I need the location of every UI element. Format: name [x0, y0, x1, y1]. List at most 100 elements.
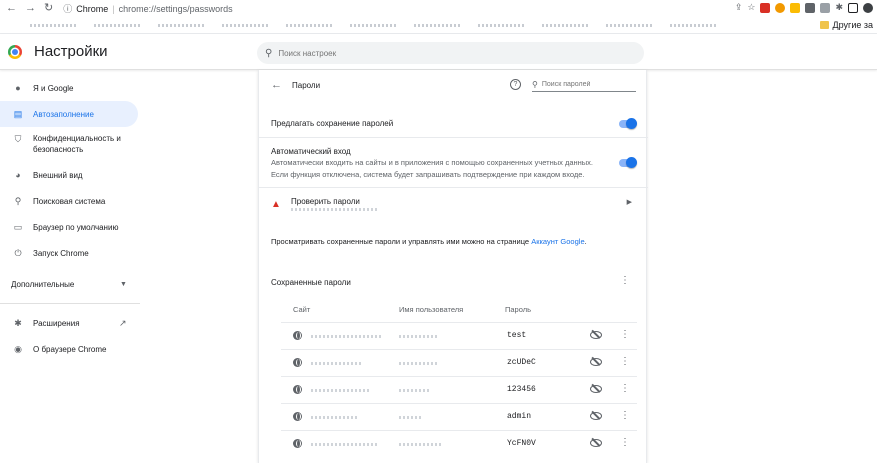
visibility-off-icon[interactable] — [590, 384, 602, 393]
bookmark-item[interactable] — [94, 23, 140, 27]
globe-icon — [293, 331, 302, 340]
sidebar-item-about[interactable]: ◉ О браузере Chrome — [0, 336, 140, 362]
check-passwords-row[interactable]: ▲ Проверить пароли ▶ — [259, 187, 648, 223]
extension-area: ⇪ ☆ ✱ — [735, 2, 873, 13]
bookmark-item[interactable] — [158, 23, 204, 27]
search-icon: ⚲ — [532, 80, 538, 89]
check-passwords-status — [291, 208, 377, 211]
browser-icon: ▭ — [13, 221, 23, 232]
sidebar-item-autofill[interactable]: ▤ Автозаполнение — [0, 101, 138, 127]
sidebar: ● Я и Google ▤ Автозаполнение ⛉ Конфиден… — [0, 75, 140, 362]
page-title: Настройки — [34, 43, 108, 60]
sidebar-item-you-and-google[interactable]: ● Я и Google — [0, 75, 140, 101]
bookmark-item[interactable] — [30, 23, 76, 27]
bookmark-item[interactable] — [222, 23, 268, 27]
globe-icon — [293, 412, 302, 421]
chrome-icon: ◉ — [14, 343, 22, 354]
bookmark-item[interactable] — [286, 23, 332, 27]
table-row[interactable]: YcFN0V ⋮ — [281, 430, 637, 457]
bookmark-item[interactable] — [350, 23, 396, 27]
table-row[interactable]: admin ⋮ — [281, 403, 637, 430]
username-value — [399, 389, 429, 392]
google-account-link[interactable]: Аккаунт Google — [531, 237, 584, 246]
forward-arrow-icon[interactable]: → — [25, 3, 36, 14]
chrome-logo-icon — [8, 45, 22, 59]
offer-save-row[interactable]: Предлагать сохранение паролей — [259, 108, 648, 137]
puzzle-icon[interactable]: ✱ — [835, 2, 843, 13]
extension-icon[interactable] — [790, 2, 801, 13]
omnibox[interactable]: ⓘ Chrome | chrome://settings/passwords — [63, 2, 232, 15]
sidebar-item-on-startup[interactable]: ⏻ Запуск Chrome — [0, 240, 140, 266]
globe-icon — [293, 385, 302, 394]
password-value: 123456 — [507, 385, 536, 394]
more-vert-icon[interactable]: ⋮ — [620, 275, 630, 286]
sidebar-item-extensions[interactable]: ✱ Расширения ↗ — [0, 310, 140, 336]
bookmark-item[interactable] — [414, 23, 460, 27]
auto-signin-toggle[interactable] — [619, 157, 637, 168]
autofill-icon: ▤ — [13, 108, 23, 119]
omnibox-label: Chrome — [76, 3, 109, 14]
site-value — [311, 362, 361, 365]
settings-search-input[interactable] — [278, 48, 619, 58]
table-row[interactable]: test ⋮ — [281, 322, 637, 349]
globe-icon — [293, 439, 302, 448]
site-value — [311, 389, 371, 392]
help-icon[interactable]: ? — [510, 79, 521, 90]
password-value: admin — [507, 412, 532, 421]
sidepanel-icon[interactable] — [848, 2, 858, 13]
saved-passwords-title: Сохраненные пароли — [271, 278, 351, 287]
info-icon[interactable]: ⓘ — [63, 2, 72, 15]
visibility-off-icon[interactable] — [590, 330, 602, 339]
password-value: test — [507, 331, 527, 340]
extension-icon[interactable] — [820, 2, 831, 13]
site-value — [311, 443, 379, 446]
omnibox-url[interactable]: chrome://settings/passwords — [119, 4, 233, 14]
username-value — [399, 443, 441, 446]
visibility-off-icon[interactable] — [590, 357, 602, 366]
bookmark-item[interactable] — [670, 23, 716, 27]
browser-toolbar: ← → ↻ ⓘ Chrome | chrome://settings/passw… — [0, 0, 877, 17]
caret-down-icon: ▼ — [120, 280, 127, 288]
check-passwords-label: Проверить пароли — [291, 197, 360, 206]
bookmark-item[interactable] — [478, 23, 524, 27]
auto-signin-row[interactable]: Автоматический вход Автоматически входит… — [259, 137, 648, 187]
more-vert-icon[interactable]: ⋮ — [620, 437, 630, 448]
back-arrow-icon[interactable]: ← — [6, 3, 17, 14]
globe-icon — [293, 358, 302, 367]
visibility-off-icon[interactable] — [590, 438, 602, 447]
extension-icon[interactable] — [775, 2, 786, 13]
extension-icon[interactable] — [760, 2, 771, 13]
sidebar-item-privacy[interactable]: ⛉ Конфиденциальность и безопасность — [0, 127, 140, 162]
table-row[interactable]: 123456 ⋮ — [281, 376, 637, 403]
sidebar-advanced[interactable]: Дополнительные ▼ — [0, 271, 140, 297]
visibility-off-icon[interactable] — [590, 411, 602, 420]
bookmark-item[interactable] — [606, 23, 652, 27]
extension-icon[interactable] — [805, 2, 816, 13]
auto-signin-desc-2: Если функция отключена, система будет за… — [271, 170, 585, 179]
more-vert-icon[interactable]: ⋮ — [620, 383, 630, 394]
settings-search[interactable]: ⚲ — [257, 42, 644, 64]
star-icon[interactable]: ☆ — [747, 2, 755, 13]
back-arrow-icon[interactable]: ← — [271, 79, 282, 91]
more-vert-icon[interactable]: ⋮ — [620, 410, 630, 421]
password-search[interactable]: ⚲ — [532, 78, 636, 92]
sidebar-item-default-browser[interactable]: ▭ Браузер по умолчанию — [0, 214, 140, 240]
sidebar-item-search-engine[interactable]: ⚲ Поисковая система — [0, 188, 140, 214]
bookmarks-bar: Другие за — [0, 17, 877, 34]
more-vert-icon[interactable]: ⋮ — [620, 356, 630, 367]
sidebar-item-appearance[interactable]: ◕ Внешний вид — [0, 162, 140, 188]
chevron-right-icon: ▶ — [626, 199, 632, 206]
table-row[interactable]: zcUDeC ⋮ — [281, 349, 637, 376]
bookmark-item[interactable] — [542, 23, 588, 27]
offer-save-toggle[interactable] — [619, 118, 637, 129]
puzzle-icon: ✱ — [14, 317, 22, 328]
more-vert-icon[interactable]: ⋮ — [620, 329, 630, 340]
reload-icon[interactable]: ↻ — [44, 3, 53, 14]
shield-icon: ⛉ — [14, 134, 22, 144]
passwords-panel: ← Пароли ? ⚲ Предлагать сохранение парол… — [258, 70, 648, 463]
palette-icon: ◕ — [15, 170, 21, 180]
avatar[interactable] — [863, 2, 873, 13]
password-search-input[interactable] — [541, 81, 632, 88]
share-icon[interactable]: ⇪ — [735, 2, 743, 13]
other-bookmarks[interactable]: Другие за — [819, 20, 873, 30]
